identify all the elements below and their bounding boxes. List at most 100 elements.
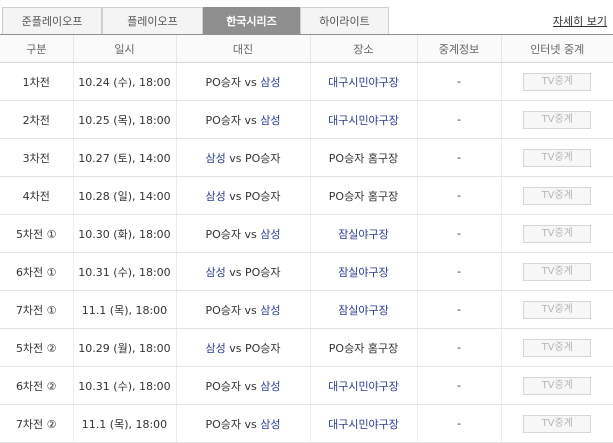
datetime-cell: 10.30 (화), 18:00: [72, 214, 176, 253]
venue-cell: PO승자 홈구장: [309, 176, 417, 215]
venue-cell: 잠실야구장: [309, 214, 417, 253]
datetime-cell: 10.31 (수), 18:00: [72, 252, 176, 291]
vs-label: vs: [244, 379, 257, 393]
broadcast-cell: -: [416, 404, 501, 443]
matchup-cell: PO승자 vs 삼성: [175, 404, 310, 443]
vs-label: vs: [244, 227, 257, 241]
tab-highlight[interactable]: 하이라이트: [300, 7, 389, 34]
broadcast-cell: -: [416, 62, 501, 101]
broadcast-cell: -: [416, 214, 501, 253]
game-cell: 7차전 ①: [0, 290, 73, 329]
tv-cell: TV중계: [500, 138, 613, 177]
game-cell: 7차전 ②: [0, 404, 73, 443]
broadcast-cell: -: [416, 290, 501, 329]
tv-broadcast-button[interactable]: TV중계: [523, 72, 592, 91]
datetime-cell: 11.1 (목), 18:00: [72, 404, 176, 443]
tv-broadcast-button[interactable]: TV중계: [523, 414, 592, 433]
header-matchup: 대진: [175, 35, 310, 63]
venue-cell: PO승자 홈구장: [309, 138, 417, 177]
vs-label: vs: [244, 417, 257, 431]
away-team: 삼성: [260, 303, 281, 317]
game-cell: 6차전 ①: [0, 252, 73, 291]
datetime-cell: 11.1 (목), 18:00: [72, 290, 176, 329]
vs-label: vs: [229, 265, 242, 279]
broadcast-cell: -: [416, 252, 501, 291]
table-row: 4차전 10.28 (일), 14:00 삼성 vs PO승자 PO승자 홈구장 - TV…: [0, 176, 613, 215]
away-team: 삼성: [260, 379, 281, 393]
home-team: PO승자: [205, 113, 242, 127]
tv-cell: TV중계: [500, 100, 613, 139]
away-team: PO승자: [244, 189, 281, 203]
more-link[interactable]: 자세히 보기: [553, 13, 607, 29]
tv-broadcast-button[interactable]: TV중계: [523, 300, 592, 319]
tv-cell: TV중계: [500, 366, 613, 405]
table-row: 7차전 ② 11.1 (목), 18:00 PO승자 vs 삼성 대구시민야구장 - TV…: [0, 404, 613, 443]
tab-korean-series[interactable]: 한국시리즈: [203, 7, 300, 34]
tv-cell: TV중계: [500, 290, 613, 329]
home-team: PO승자: [205, 303, 242, 317]
away-team: PO승자: [244, 151, 281, 165]
venue-cell: PO승자 홈구장: [309, 328, 417, 367]
tv-cell: TV중계: [500, 328, 613, 367]
game-cell: 5차전 ①: [0, 214, 73, 253]
away-team: 삼성: [260, 75, 281, 89]
home-team: 삼성: [205, 341, 226, 355]
datetime-cell: 10.31 (수), 18:00: [72, 366, 176, 405]
tab-semi-playoff[interactable]: 준플레이오프: [2, 7, 102, 34]
tv-cell: TV중계: [500, 252, 613, 291]
tv-broadcast-button[interactable]: TV중계: [523, 186, 592, 205]
tv-cell: TV중계: [500, 404, 613, 443]
matchup-cell: 삼성 vs PO승자: [175, 138, 310, 177]
vs-label: vs: [244, 303, 257, 317]
datetime-cell: 10.24 (수), 18:00: [72, 62, 176, 101]
away-team: PO승자: [244, 341, 281, 355]
broadcast-cell: -: [416, 100, 501, 139]
table-header-row: 구분 일시 대진 장소 중계정보 인터넷 중계: [0, 35, 613, 63]
game-cell: 5차전 ②: [0, 328, 73, 367]
home-team: PO승자: [205, 75, 242, 89]
tv-broadcast-button[interactable]: TV중계: [523, 148, 592, 167]
venue-cell: 잠실야구장: [309, 252, 417, 291]
venue-cell: 대구시민야구장: [309, 100, 417, 139]
tv-cell: TV중계: [500, 176, 613, 215]
broadcast-cell: -: [416, 328, 501, 367]
table-row: 6차전 ② 10.31 (수), 18:00 PO승자 vs 삼성 대구시민야구장 - T…: [0, 366, 613, 405]
vs-label: vs: [229, 151, 242, 165]
tv-broadcast-button[interactable]: TV중계: [523, 262, 592, 281]
home-team: PO승자: [205, 379, 242, 393]
matchup-cell: PO승자 vs 삼성: [175, 366, 310, 405]
broadcast-cell: -: [416, 138, 501, 177]
tv-broadcast-button[interactable]: TV중계: [523, 224, 592, 243]
header-datetime: 일시: [72, 35, 176, 63]
home-team: PO승자: [205, 227, 242, 241]
datetime-cell: 10.29 (월), 18:00: [72, 328, 176, 367]
tab-playoff[interactable]: 플레이오프: [102, 7, 203, 34]
datetime-cell: 10.27 (토), 14:00: [72, 138, 176, 177]
matchup-cell: 삼성 vs PO승자: [175, 176, 310, 215]
game-cell: 4차전: [0, 176, 73, 215]
venue-cell: 잠실야구장: [309, 290, 417, 329]
tab-bar: 준플레이오프 플레이오프 한국시리즈 하이라이트 자세히 보기: [0, 7, 613, 35]
schedule-table: 구분 일시 대진 장소 중계정보 인터넷 중계 1차전 10.24 (수), 18…: [0, 35, 613, 443]
away-team: PO승자: [244, 265, 281, 279]
matchup-cell: PO승자 vs 삼성: [175, 100, 310, 139]
game-cell: 3차전: [0, 138, 73, 177]
header-venue: 장소: [309, 35, 417, 63]
venue-cell: 대구시민야구장: [309, 62, 417, 101]
tv-broadcast-button[interactable]: TV중계: [523, 376, 592, 395]
header-broadcast: 중계정보: [416, 35, 501, 63]
matchup-cell: PO승자 vs 삼성: [175, 62, 310, 101]
home-team: 삼성: [205, 265, 226, 279]
broadcast-cell: -: [416, 366, 501, 405]
tv-broadcast-button[interactable]: TV중계: [523, 110, 592, 129]
matchup-cell: PO승자 vs 삼성: [175, 214, 310, 253]
home-team: 삼성: [205, 151, 226, 165]
table-row: 2차전 10.25 (목), 18:00 PO승자 vs 삼성 대구시민야구장 - TV중…: [0, 100, 613, 139]
tv-broadcast-button[interactable]: TV중계: [523, 338, 592, 357]
datetime-cell: 10.28 (일), 14:00: [72, 176, 176, 215]
vs-label: vs: [229, 189, 242, 203]
table-row: 3차전 10.27 (토), 14:00 삼성 vs PO승자 PO승자 홈구장 - TV…: [0, 138, 613, 177]
tv-cell: TV중계: [500, 214, 613, 253]
game-cell: 1차전: [0, 62, 73, 101]
home-team: PO승자: [205, 417, 242, 431]
